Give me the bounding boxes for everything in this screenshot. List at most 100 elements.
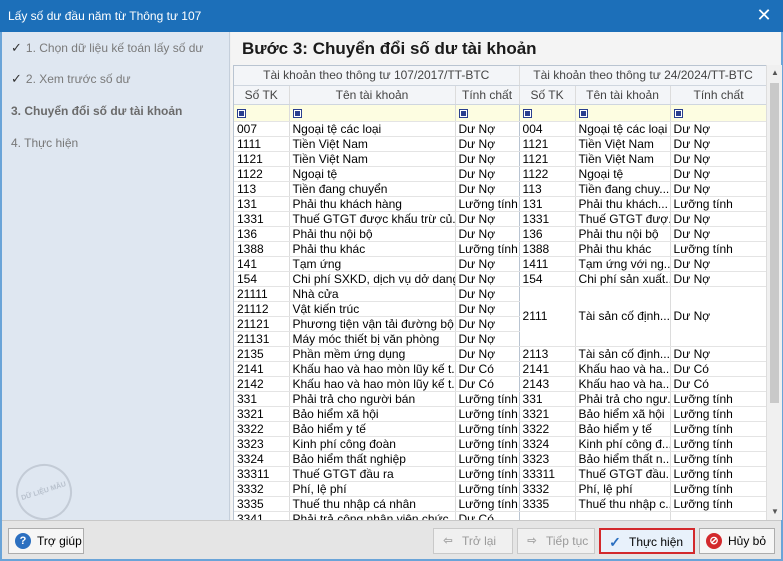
cell-code[interactable]: 3335	[234, 496, 290, 512]
cell-name-new[interactable]: Bảo hiểm thất n...	[575, 451, 671, 467]
cell-code[interactable]: 3322	[234, 421, 290, 437]
cell-nature[interactable]: Dư Nợ	[455, 226, 520, 242]
cell-name-new[interactable]: Phí, lệ phí	[575, 481, 671, 497]
cell-nature[interactable]: Lưỡng tính	[455, 481, 520, 497]
cell-code[interactable]: 131	[234, 196, 290, 212]
filter-cell[interactable]	[575, 104, 671, 122]
cell-name[interactable]: Phải trả công nhân viên chức	[289, 511, 456, 520]
cell-code-new[interactable]: 154	[519, 271, 576, 287]
close-icon[interactable]: ✕	[755, 6, 773, 24]
cell-name-new[interactable]: Tài sản cố định...	[575, 286, 671, 347]
col-header-nature[interactable]: Tính chất	[455, 85, 520, 105]
cell-code[interactable]: 113	[234, 181, 290, 197]
col-header-name-new[interactable]: Tên tài khoản	[575, 85, 671, 105]
table-row[interactable]: 3324 Bảo hiểm thất nghiệp Lưỡng tính 3323 Bả…	[234, 451, 766, 467]
cell-nature[interactable]: Lưỡng tính	[455, 406, 520, 422]
table-row[interactable]: 2142 Khấu hao và hao mòn lũy kế t... Dư Có…	[234, 376, 766, 392]
cell-nature[interactable]: Dư Có	[455, 511, 520, 520]
cell-code-new[interactable]: 3335	[519, 496, 576, 512]
cell-nature[interactable]: Lưỡng tính	[455, 196, 520, 212]
cell-code[interactable]: 21112	[234, 301, 290, 317]
cell-name-new[interactable]: Phải thu khác	[575, 241, 671, 257]
table-row[interactable]: 1122 Ngoại tệ Dư Nợ 1122 Ngoại tệ Dư Nợ	[234, 166, 766, 182]
cell-name[interactable]: Phải thu nội bộ	[289, 226, 456, 242]
table-row[interactable]: 1121 Tiền Việt Nam Dư Nợ 1121 Tiền Việt Nam D…	[234, 151, 766, 167]
cell-code[interactable]: 33311	[234, 466, 290, 482]
filter-cell[interactable]	[519, 104, 576, 122]
cell-name[interactable]: Tiền Việt Nam	[289, 151, 456, 167]
table-row[interactable]: 1111 Tiền Việt Nam Dư Nợ 1121 Tiền Việt Nam D…	[234, 136, 766, 152]
cell-code[interactable]: 1331	[234, 211, 290, 227]
cell-name-new[interactable]: Chi phí sản xuất...	[575, 271, 671, 287]
cell-name[interactable]: Phải thu khách hàng	[289, 196, 456, 212]
cell-code[interactable]: 3341	[234, 511, 290, 520]
cell-code[interactable]: 331	[234, 391, 290, 407]
cell-name-new[interactable]: Tiền Việt Nam	[575, 151, 671, 167]
cell-code-new[interactable]: 2111	[519, 286, 576, 347]
cell-name-new[interactable]: Phải thu nội bộ	[575, 226, 671, 242]
table-row[interactable]: 113 Tiền đang chuyển Dư Nợ 113 Tiền đang chu…	[234, 181, 766, 197]
cell-name[interactable]: Thuế thu nhập cá nhân	[289, 496, 456, 512]
cell-nature[interactable]: Dư Nợ	[455, 331, 520, 347]
cell-nature-new[interactable]: Lưỡng tính	[670, 496, 766, 512]
cell-nature[interactable]: Lưỡng tính	[455, 421, 520, 437]
cell-code-new[interactable]: 113	[519, 181, 576, 197]
cell-nature-new[interactable]: Lưỡng tính	[670, 466, 766, 482]
vertical-scrollbar[interactable]: ▲ ▼	[766, 65, 782, 520]
col-header-code-new[interactable]: Số TK	[519, 85, 576, 105]
cell-nature-new[interactable]: Dư Nợ	[670, 136, 766, 152]
cell-name-new[interactable]: Phải trả cho ngư...	[575, 391, 671, 407]
cell-nature[interactable]: Dư Nợ	[455, 316, 520, 332]
table-row[interactable]: 1331 Thuế GTGT được khấu trừ củ... Dư Nợ 13…	[234, 211, 766, 227]
cell-code-new[interactable]: 33311	[519, 466, 576, 482]
cell-name[interactable]: Tạm ứng	[289, 256, 456, 272]
cell-nature-new[interactable]: Dư Nợ	[670, 346, 766, 362]
cell-nature[interactable]: Dư Nợ	[455, 346, 520, 362]
cell-code[interactable]: 3332	[234, 481, 290, 497]
table-row[interactable]: 2141 Khấu hao và hao mòn lũy kế t... Dư Có…	[234, 361, 766, 377]
cell-nature[interactable]: Dư Nợ	[455, 151, 520, 167]
cell-nature-new[interactable]: Dư Có	[670, 361, 766, 377]
table-row[interactable]: 3341 Phải trả công nhân viên chức Dư Có	[234, 511, 766, 520]
table-row[interactable]: 33311 Thuế GTGT đầu ra Lưỡng tính 33311 Thuế…	[234, 466, 766, 482]
cell-name[interactable]: Phần mềm ứng dụng	[289, 346, 456, 362]
back-button[interactable]: ⇦ Trở lại	[433, 528, 513, 554]
table-row[interactable]: 3332 Phí, lệ phí Lưỡng tính 3332 Phí, lệ phí…	[234, 481, 766, 497]
cell-nature-new[interactable]: Dư Nợ	[670, 166, 766, 182]
col-header-name[interactable]: Tên tài khoản	[289, 85, 456, 105]
cell-nature[interactable]: Dư Nợ	[455, 211, 520, 227]
cell-name-new[interactable]: Bảo hiểm y tế	[575, 421, 671, 437]
cell-name-new[interactable]: Tài sản cố định...	[575, 346, 671, 362]
cell-code[interactable]: 1122	[234, 166, 290, 182]
table-row[interactable]: 3321 Bảo hiểm xã hội Lưỡng tính 3321 Bảo hiể…	[234, 406, 766, 422]
cell-nature-new[interactable]: Lưỡng tính	[670, 406, 766, 422]
cell-name-new[interactable]: Thuế GTGT đầu...	[575, 466, 671, 482]
filter-cell[interactable]	[234, 104, 290, 122]
cell-code-new[interactable]: 2113	[519, 346, 576, 362]
filter-icon[interactable]	[237, 108, 246, 118]
cell-nature-new[interactable]: Lưỡng tính	[670, 436, 766, 452]
cell-code[interactable]: 3321	[234, 406, 290, 422]
cell-name[interactable]: Thuế GTGT được khấu trừ củ...	[289, 211, 456, 227]
table-row[interactable]: 1388 Phải thu khác Lưỡng tính 1388 Phải thu …	[234, 241, 766, 257]
scroll-thumb[interactable]	[770, 83, 779, 403]
cell-code[interactable]: 3324	[234, 451, 290, 467]
cancel-button[interactable]: ⊘ Hủy bỏ	[699, 528, 775, 554]
cell-name[interactable]: Bảo hiểm y tế	[289, 421, 456, 437]
cell-code-new[interactable]: 1122	[519, 166, 576, 182]
cell-code[interactable]: 007	[234, 121, 290, 137]
cell-nature-new[interactable]: Dư Nợ	[670, 256, 766, 272]
col-header-code[interactable]: Số TK	[234, 85, 290, 105]
cell-code-new[interactable]: 004	[519, 121, 576, 137]
cell-code-new[interactable]: 3322	[519, 421, 576, 437]
cell-name-new[interactable]: Tạm ứng với ng...	[575, 256, 671, 272]
cell-nature-new[interactable]: Lưỡng tính	[670, 196, 766, 212]
cell-nature[interactable]: Dư Nợ	[455, 121, 520, 137]
cell-code-new[interactable]: 3332	[519, 481, 576, 497]
cell-code[interactable]: 21121	[234, 316, 290, 332]
scroll-up-icon[interactable]: ▲	[767, 65, 783, 81]
cell-name-new[interactable]: Tiền Việt Nam	[575, 136, 671, 152]
cell-code[interactable]: 1121	[234, 151, 290, 167]
filter-icon[interactable]	[458, 108, 468, 118]
cell-nature[interactable]: Dư Có	[455, 361, 520, 377]
